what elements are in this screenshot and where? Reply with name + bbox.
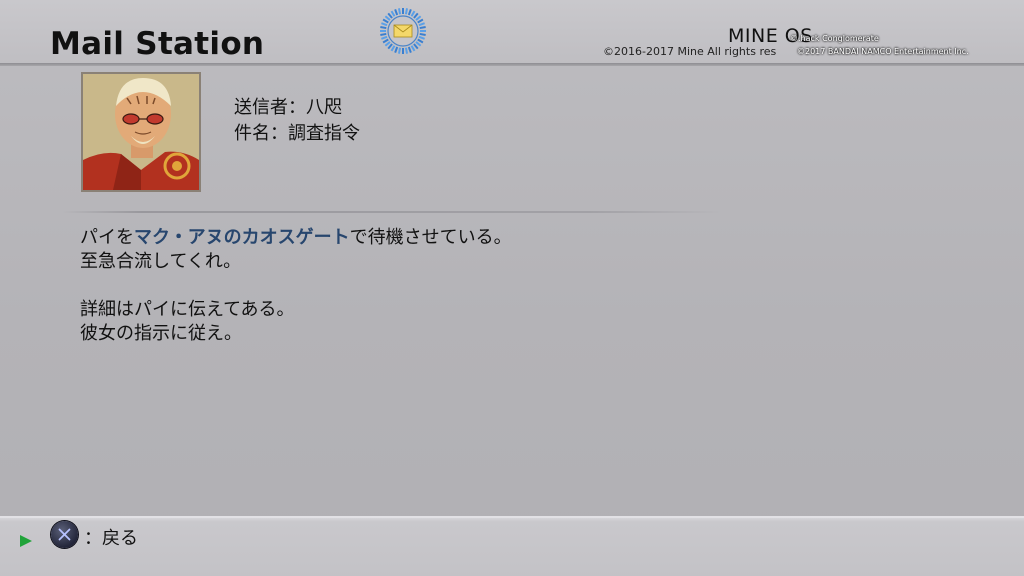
subject-separator: ： xyxy=(270,123,288,144)
sender-avatar xyxy=(81,72,201,192)
body-text: で待機させている。 xyxy=(349,227,512,248)
cross-button-icon xyxy=(58,528,71,541)
header-bar: Mail Station MINE OS ©2016-2017 Mine All… xyxy=(0,0,1024,64)
footer-bar: ：戻る xyxy=(0,516,1024,576)
copyright-hack: ©.hack Conglomerate xyxy=(790,34,879,43)
message-body: パイをマク・アヌのカオスゲートで待機させている。 至急合流してくれ。 詳細はパイ… xyxy=(80,226,512,346)
header-divider xyxy=(0,63,1024,66)
body-text: パイを xyxy=(80,227,134,248)
subject-line: 件名：調査指令 xyxy=(234,119,360,145)
body-line-3: 詳細はパイに伝えてある。 xyxy=(80,299,295,320)
body-line-2: 至急合流してくれ。 xyxy=(80,251,242,272)
location-keyword: マク・アヌのカオスゲート xyxy=(134,227,350,248)
mail-station-screen: Mail Station MINE OS ©2016-2017 Mine All… xyxy=(0,0,1024,576)
page-title: Mail Station xyxy=(50,26,265,62)
copyright-bandai: ©2017 BANDAI NAMCO Entertainment Inc. xyxy=(797,47,969,56)
copyright-mine: ©2016-2017 Mine All rights res xyxy=(603,45,777,58)
body-line-1: パイをマク・アヌのカオスゲートで待機させている。 xyxy=(80,226,512,250)
mail-envelope-icon xyxy=(378,6,428,56)
body-line-4: 彼女の指示に従え。 xyxy=(80,323,242,344)
sender-portrait-icon xyxy=(83,74,199,190)
back-label: ：戻る xyxy=(84,528,138,549)
message-divider xyxy=(62,211,722,213)
sender-separator: ： xyxy=(288,97,306,118)
play-arrow-icon xyxy=(20,535,32,547)
sender-label: 送信者 xyxy=(234,97,288,118)
sender-name: 八咫 xyxy=(306,97,342,118)
subject-label: 件名 xyxy=(234,123,270,144)
back-button[interactable] xyxy=(51,521,78,548)
subject-text: 調査指令 xyxy=(288,123,360,144)
sender-line: 送信者：八咫 xyxy=(234,93,342,119)
